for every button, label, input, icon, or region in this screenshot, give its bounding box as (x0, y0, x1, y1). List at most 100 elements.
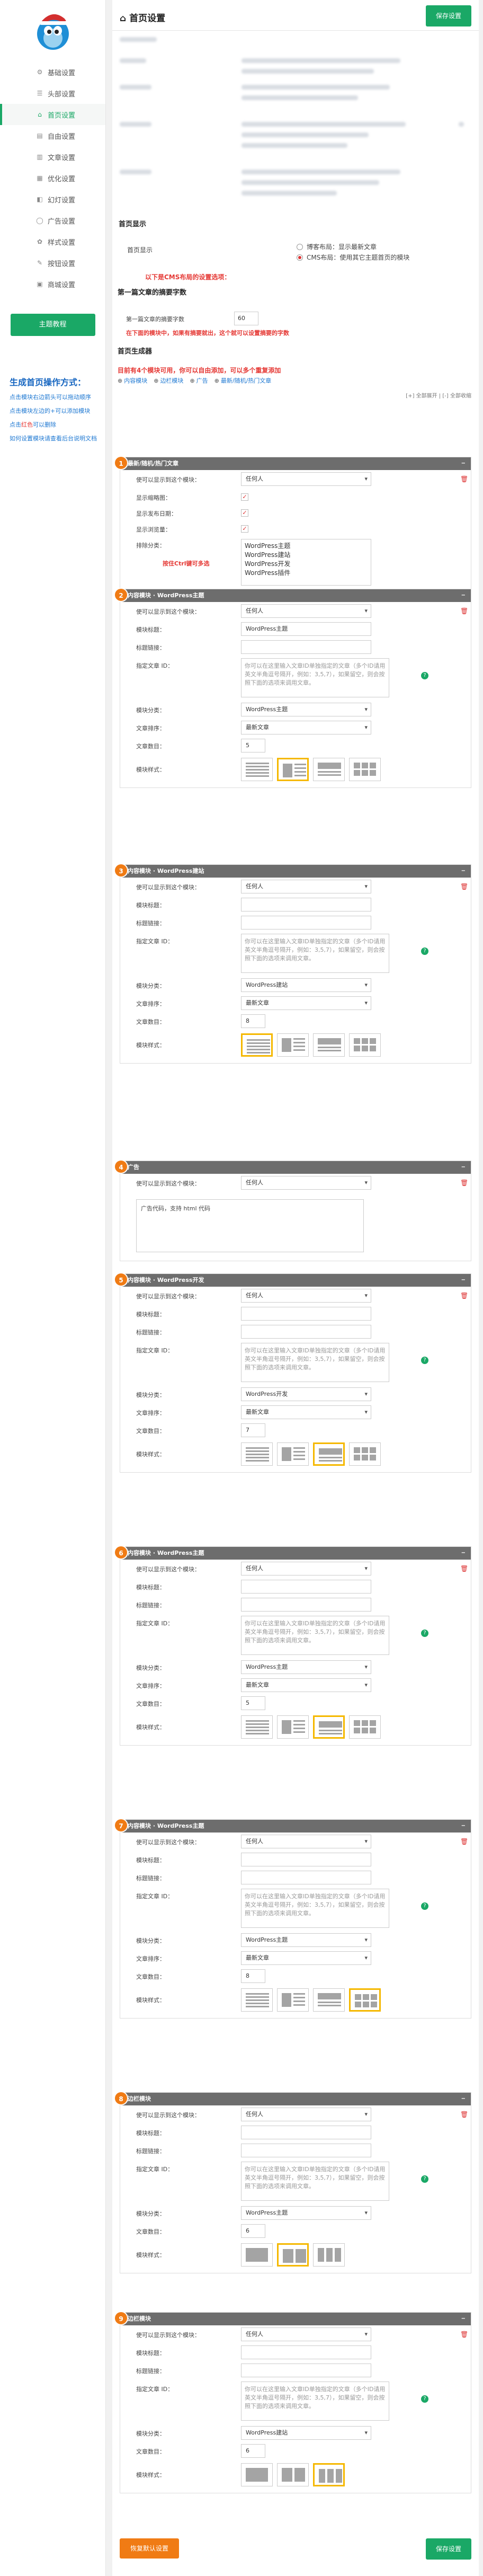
title-link-input[interactable] (241, 1598, 371, 1612)
style-option[interactable] (241, 2243, 273, 2267)
excerpt-length-input[interactable]: 60 (234, 312, 258, 325)
style-option[interactable] (241, 1715, 273, 1739)
module-title-input[interactable] (241, 898, 371, 911)
radio-blog-layout[interactable]: 博客布局：显示最新文章 (297, 242, 377, 251)
style-option[interactable] (349, 1442, 381, 1466)
style-option[interactable] (313, 1715, 345, 1739)
post-ids-textarea[interactable]: 你可以在这里输入文章ID单独指定的文章（多个ID请用英文半角逗号隔开，例如：3,… (241, 658, 389, 697)
module-title-input[interactable] (241, 2126, 371, 2139)
help-icon[interactable]: ? (421, 2395, 428, 2403)
add-latest-module[interactable]: ⊕ 最新/随机/热门文章 (214, 376, 272, 385)
logo[interactable] (29, 6, 77, 54)
count-input[interactable]: 5 (241, 1696, 265, 1710)
category-select[interactable]: WordPress建站 (241, 2426, 371, 2440)
style-option[interactable] (313, 1988, 345, 2012)
visibility-select[interactable]: 任何人 (241, 1835, 371, 1848)
style-option[interactable] (349, 758, 381, 781)
module-title-input[interactable] (241, 1307, 371, 1321)
sidebar-item[interactable]: ☰ 头部设置 (0, 83, 105, 104)
add-ad-module[interactable]: ⊕ 广告 (190, 376, 208, 385)
radio-cms-layout[interactable]: CMS布局：使用其它主题首页的模块 (297, 253, 409, 262)
visibility-select[interactable]: 任何人 (241, 604, 371, 618)
category-select[interactable]: WordPress主题 (241, 703, 371, 716)
module-header[interactable]: 最新/随机/热门文章 − (120, 457, 471, 470)
post-ids-textarea[interactable]: 你可以在这里输入文章ID单独指定的文章（多个ID请用英文半角逗号隔开，例如：3,… (241, 2382, 389, 2421)
help-icon[interactable]: ? (421, 1902, 428, 1910)
style-option[interactable] (313, 1033, 345, 1057)
module-header[interactable]: 内容模块 · WordPress建站 − (120, 865, 471, 878)
sidebar-item[interactable]: ▥ 文章设置 (0, 146, 105, 167)
collapse-all-link[interactable]: [-] 全部收缩 (442, 393, 471, 399)
category-select[interactable]: WordPress建站 (241, 978, 371, 992)
module-header[interactable]: 内容模块 · WordPress主题 − (120, 1547, 471, 1560)
tutorial-button[interactable]: 主题教程 (10, 314, 95, 336)
ad-code-textarea[interactable]: 广告代码，支持 html 代码 (136, 1199, 364, 1252)
style-option[interactable] (277, 1715, 309, 1739)
title-link-input[interactable] (241, 1325, 371, 1339)
category-select[interactable]: WordPress开发 (241, 1387, 371, 1401)
style-option[interactable] (277, 758, 309, 781)
collapse-toggle[interactable]: − (461, 1274, 466, 1287)
visibility-select[interactable]: 任何人 (241, 1562, 371, 1575)
list-item[interactable]: WordPress主题 (245, 542, 368, 551)
module-title-input[interactable] (241, 1853, 371, 1866)
sidebar-item[interactable]: ✎ 按钮设置 (0, 252, 105, 273)
order-select[interactable]: 最新文章 (241, 1405, 371, 1419)
category-select[interactable]: WordPress主题 (241, 2206, 371, 2220)
visibility-select[interactable]: 任何人 (241, 472, 371, 486)
show-views-checkbox[interactable]: ✓ (241, 525, 248, 533)
visibility-select[interactable]: 任何人 (241, 880, 371, 893)
style-option[interactable] (241, 1033, 273, 1057)
collapse-toggle[interactable]: − (461, 1161, 466, 1174)
module-header[interactable]: 内容模块 · WordPress主题 − (120, 1820, 471, 1833)
title-link-input[interactable] (241, 2363, 371, 2377)
style-option[interactable] (313, 2463, 345, 2486)
style-option[interactable] (277, 2243, 309, 2267)
collapse-toggle[interactable]: − (461, 1820, 466, 1833)
show-thumb-checkbox[interactable]: ✓ (241, 493, 248, 501)
sidebar-item[interactable]: ▣ 商城设置 (0, 273, 105, 295)
module-header[interactable]: 内容模块 · WordPress开发 − (120, 1274, 471, 1287)
style-option[interactable] (349, 1033, 381, 1057)
expand-all-link[interactable]: [+] 全部展开 (406, 393, 437, 399)
list-item[interactable]: WordPress开发 (245, 560, 368, 569)
style-option[interactable] (277, 2463, 309, 2486)
module-title-input[interactable]: WordPress主题 (241, 622, 371, 636)
list-item[interactable]: WordPress建站 (245, 551, 368, 560)
title-link-input[interactable] (241, 640, 371, 654)
post-ids-textarea[interactable]: 你可以在这里输入文章ID单独指定的文章（多个ID请用英文半角逗号隔开，例如：3,… (241, 1889, 389, 1928)
count-input[interactable]: 6 (241, 2224, 265, 2238)
module-header[interactable]: 内容模块 · WordPress主题 − (120, 589, 471, 602)
title-link-input[interactable] (241, 916, 371, 930)
sidebar-item[interactable]: ◯ 广告设置 (0, 210, 105, 231)
visibility-select[interactable]: 任何人 (241, 1176, 371, 1190)
save-button-bottom[interactable]: 保存设置 (426, 2538, 471, 2560)
count-input[interactable]: 5 (241, 739, 265, 753)
sidebar-item[interactable]: ▦ 优化设置 (0, 167, 105, 189)
visibility-select[interactable]: 任何人 (241, 2327, 371, 2341)
help-icon[interactable]: ? (421, 1357, 428, 1364)
category-select[interactable]: WordPress主题 (241, 1933, 371, 1947)
style-option[interactable] (313, 758, 345, 781)
module-header[interactable]: 边栏模块 − (120, 2313, 471, 2325)
help-icon[interactable]: ? (421, 948, 428, 955)
collapse-toggle[interactable]: − (461, 589, 466, 602)
help-icon[interactable]: ? (421, 2175, 428, 2183)
count-input[interactable]: 8 (241, 1014, 265, 1028)
collapse-toggle[interactable]: − (461, 457, 466, 470)
title-link-input[interactable] (241, 2144, 371, 2157)
module-title-input[interactable] (241, 2345, 371, 2359)
collapse-toggle[interactable]: − (461, 865, 466, 878)
collapse-toggle[interactable]: − (461, 2313, 466, 2325)
order-select[interactable]: 最新文章 (241, 996, 371, 1010)
style-option[interactable] (277, 1988, 309, 2012)
add-sidebar-module[interactable]: ⊕ 边栏模块 (154, 376, 183, 385)
order-select[interactable]: 最新文章 (241, 1678, 371, 1692)
help-icon[interactable]: ? (421, 672, 428, 679)
post-ids-textarea[interactable]: 你可以在这里输入文章ID单独指定的文章（多个ID请用英文半角逗号隔开，例如：3,… (241, 934, 389, 973)
visibility-select[interactable]: 任何人 (241, 2108, 371, 2121)
sidebar-item[interactable]: ✿ 样式设置 (0, 231, 105, 252)
post-ids-textarea[interactable]: 你可以在这里输入文章ID单独指定的文章（多个ID请用英文半角逗号隔开，例如：3,… (241, 1343, 389, 1382)
sidebar-item[interactable]: ⌂ 首页设置 (0, 104, 105, 125)
style-option[interactable] (277, 1033, 309, 1057)
